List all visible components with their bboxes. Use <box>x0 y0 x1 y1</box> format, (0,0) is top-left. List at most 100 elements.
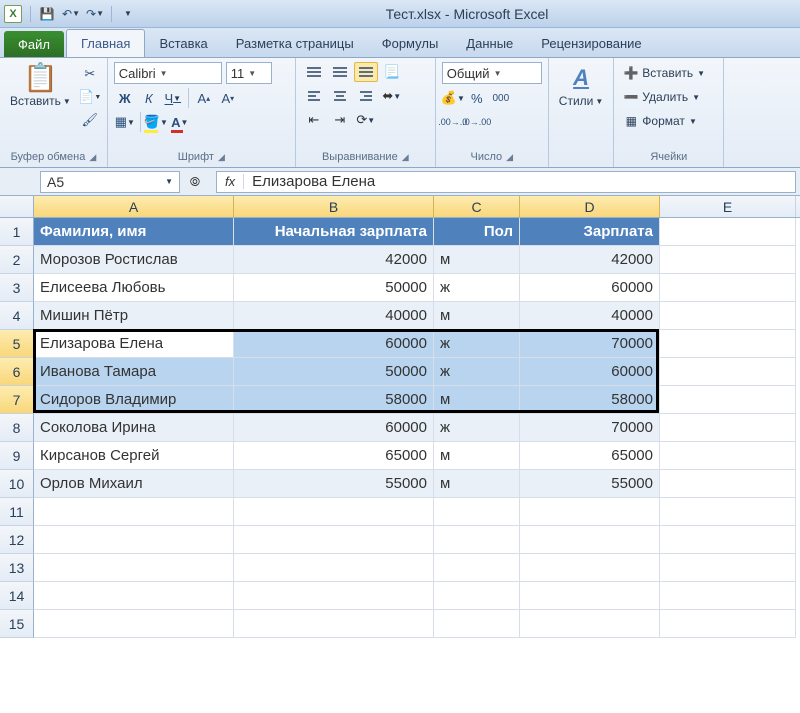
cell[interactable]: ж <box>434 414 520 442</box>
cell[interactable]: 60000 <box>234 330 434 358</box>
row-header[interactable]: 3 <box>0 274 34 302</box>
cell[interactable]: 65000 <box>234 442 434 470</box>
dialog-launcher-icon[interactable]: ◢ <box>402 152 409 163</box>
row-header[interactable]: 6 <box>0 358 34 386</box>
namebox-expand-icon[interactable]: ⦾ <box>180 174 210 190</box>
grow-font-icon[interactable]: A▴ <box>193 88 215 108</box>
cell[interactable]: 60000 <box>520 358 660 386</box>
font-size-combo[interactable]: 11▼ <box>226 62 272 84</box>
qat-dropdown-icon[interactable]: ▼ <box>118 4 138 24</box>
styles-button[interactable]: A Стили▼ <box>555 62 608 110</box>
table-header-cell[interactable]: Пол <box>434 218 520 246</box>
tab-review[interactable]: Рецензирование <box>527 29 655 57</box>
cell[interactable] <box>34 582 234 610</box>
align-center-icon[interactable] <box>328 86 352 106</box>
tab-formulas[interactable]: Формулы <box>368 29 453 57</box>
cell[interactable]: Елисеева Любовь <box>34 274 234 302</box>
dialog-launcher-icon[interactable]: ◢ <box>218 152 225 163</box>
namebox-dropdown-icon[interactable]: ▼ <box>165 177 173 186</box>
col-header-A[interactable]: A <box>34 196 234 217</box>
italic-button[interactable]: К <box>138 88 160 108</box>
cell[interactable]: 60000 <box>234 414 434 442</box>
cell[interactable] <box>520 498 660 526</box>
cell[interactable] <box>520 610 660 638</box>
cell[interactable] <box>234 610 434 638</box>
cell[interactable]: м <box>434 470 520 498</box>
undo-icon[interactable]: ↶▼ <box>61 4 81 24</box>
tab-file[interactable]: Файл <box>4 31 64 57</box>
number-format-combo[interactable]: Общий▼ <box>442 62 542 84</box>
cell[interactable] <box>660 414 796 442</box>
row-header[interactable]: 15 <box>0 610 34 638</box>
row-header[interactable]: 12 <box>0 526 34 554</box>
cell[interactable]: 40000 <box>520 302 660 330</box>
merge-center-icon[interactable]: ⬌▼ <box>380 86 404 106</box>
select-all-corner[interactable] <box>0 196 34 217</box>
copy-icon[interactable]: 📄▼ <box>79 87 101 107</box>
cell[interactable] <box>234 554 434 582</box>
cell[interactable]: 58000 <box>520 386 660 414</box>
cell[interactable]: 42000 <box>520 246 660 274</box>
row-header[interactable]: 7 <box>0 386 34 414</box>
align-left-icon[interactable] <box>302 86 326 106</box>
percent-icon[interactable]: % <box>466 88 488 108</box>
cell[interactable]: 42000 <box>234 246 434 274</box>
row-header[interactable]: 4 <box>0 302 34 330</box>
cell[interactable] <box>234 526 434 554</box>
font-color-icon[interactable]: A▼ <box>169 112 191 132</box>
row-header[interactable]: 13 <box>0 554 34 582</box>
cell[interactable] <box>434 554 520 582</box>
comma-style-icon[interactable]: 000 <box>490 88 512 108</box>
cell[interactable] <box>660 526 796 554</box>
cell[interactable] <box>34 554 234 582</box>
cell[interactable] <box>520 554 660 582</box>
cell[interactable]: 50000 <box>234 358 434 386</box>
cell[interactable]: 70000 <box>520 414 660 442</box>
cut-icon[interactable]: ✂ <box>79 64 101 84</box>
dialog-launcher-icon[interactable]: ◢ <box>89 152 96 163</box>
name-box[interactable]: A5 ▼ <box>40 171 180 193</box>
cell[interactable]: Кирсанов Сергей <box>34 442 234 470</box>
cell[interactable] <box>434 526 520 554</box>
cell[interactable] <box>520 526 660 554</box>
cells-format-button[interactable]: ▦Формат ▼ <box>620 110 701 132</box>
cell[interactable] <box>234 582 434 610</box>
cell[interactable] <box>34 498 234 526</box>
fx-label[interactable]: fx <box>217 174 244 189</box>
tab-page-layout[interactable]: Разметка страницы <box>222 29 368 57</box>
row-header[interactable]: 9 <box>0 442 34 470</box>
cell[interactable] <box>34 610 234 638</box>
cell[interactable]: Сидоров Владимир <box>34 386 234 414</box>
cell[interactable]: 50000 <box>234 274 434 302</box>
cell[interactable] <box>660 246 796 274</box>
tab-home[interactable]: Главная <box>66 29 145 57</box>
shrink-font-icon[interactable]: A▾ <box>217 88 239 108</box>
row-header[interactable]: 5 <box>0 330 34 358</box>
cells-delete-button[interactable]: ➖Удалить ▼ <box>620 86 704 108</box>
formula-input[interactable]: Елизарова Елена <box>244 173 383 190</box>
cell[interactable] <box>434 498 520 526</box>
cell[interactable] <box>520 582 660 610</box>
redo-icon[interactable]: ↷▼ <box>85 4 105 24</box>
col-header-B[interactable]: B <box>234 196 434 217</box>
row-header[interactable]: 1 <box>0 218 34 246</box>
cell[interactable] <box>660 358 796 386</box>
cell[interactable] <box>660 386 796 414</box>
cell[interactable] <box>234 498 434 526</box>
cell[interactable]: ж <box>434 330 520 358</box>
cell[interactable] <box>34 526 234 554</box>
row-header[interactable]: 14 <box>0 582 34 610</box>
cell[interactable]: м <box>434 386 520 414</box>
cell[interactable] <box>660 274 796 302</box>
increase-decimal-icon[interactable]: .00→.0 <box>442 112 464 132</box>
cell[interactable]: 40000 <box>234 302 434 330</box>
cells-insert-button[interactable]: ➕Вставить ▼ <box>620 62 709 84</box>
cell[interactable]: м <box>434 442 520 470</box>
cell[interactable]: 58000 <box>234 386 434 414</box>
cell[interactable]: 65000 <box>520 442 660 470</box>
align-right-icon[interactable] <box>354 86 378 106</box>
decrease-indent-icon[interactable]: ⇤ <box>302 110 326 130</box>
align-middle-icon[interactable] <box>328 62 352 82</box>
cell[interactable]: ж <box>434 274 520 302</box>
cell[interactable]: Иванова Тамара <box>34 358 234 386</box>
